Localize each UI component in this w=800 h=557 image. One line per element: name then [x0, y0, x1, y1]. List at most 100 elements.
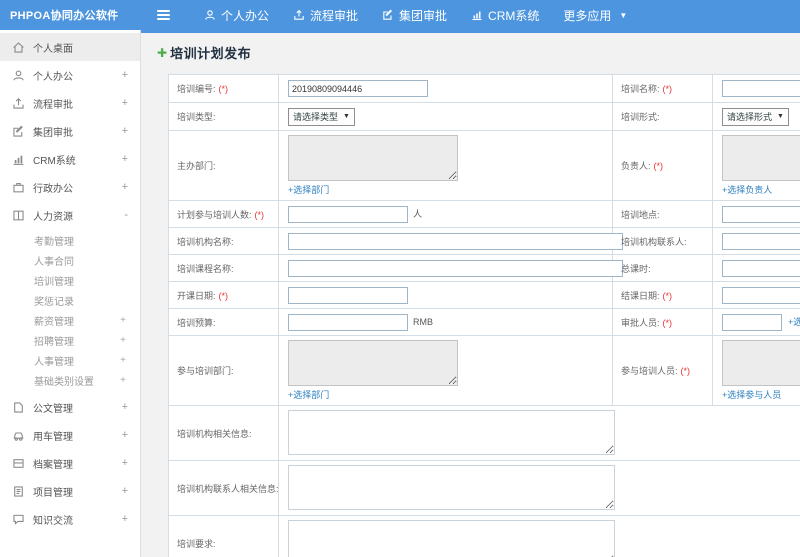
expand-plus[interactable]: +	[122, 429, 128, 441]
field-label: 培训机构名称:	[177, 236, 234, 247]
training-course-name-input[interactable]	[288, 259, 623, 277]
select-value: 请选择形式	[727, 112, 773, 122]
sidebar-item-personal-office[interactable]: 个人办公 +	[0, 61, 140, 89]
field-label: 审批人员:	[621, 317, 660, 328]
training-form-select[interactable]: 请选择形式 ▼	[722, 107, 789, 126]
expand-plus[interactable]: +	[120, 335, 126, 346]
training-name-input[interactable]	[722, 80, 800, 97]
select-person-in-charge-link[interactable]: +选择负责人	[722, 183, 800, 196]
sidebar-item-archive-mgmt[interactable]: 档案管理 +	[0, 449, 140, 477]
sidebar-item-document-mgmt[interactable]: 公文管理 +	[0, 393, 140, 421]
select-participants-link[interactable]: +选择参与人员	[722, 388, 800, 401]
expand-plus[interactable]: +	[122, 125, 128, 137]
expand-plus[interactable]: +	[120, 375, 126, 386]
field-label: 主办部门:	[177, 161, 216, 171]
required-marker: (*)	[662, 317, 673, 328]
expand-plus[interactable]: +	[120, 315, 126, 326]
field-label: 培训类型:	[177, 112, 216, 122]
field-label: 培训要求:	[177, 538, 216, 549]
sidebar-subitem-base-category[interactable]: 基础类别设置 +	[0, 370, 140, 390]
sidebar-item-knowledge-exchange[interactable]: 知识交流 +	[0, 505, 140, 533]
table-row: 培训预算: RMB 审批人员:(*) +选择审批人员	[168, 308, 800, 336]
subitem-label: 招聘管理	[34, 336, 74, 348]
participants-textarea[interactable]	[722, 340, 800, 386]
sidebar-item-project-mgmt[interactable]: 项目管理 +	[0, 477, 140, 505]
sidebar-item-group-approval[interactable]: 集团审批 +	[0, 117, 140, 145]
sidebar-item-label: 流程审批	[33, 99, 73, 111]
top-nav: 个人办公 流程审批 集团审批 CRM系统 更多应用 ▼	[180, 7, 627, 24]
nav-crm-system[interactable]: CRM系统	[471, 7, 539, 24]
sidebar-item-admin-office[interactable]: 行政办公 +	[0, 173, 140, 201]
archive-icon	[12, 457, 25, 470]
training-location-input[interactable]	[722, 205, 800, 223]
caret-down-icon: ▼	[777, 113, 784, 120]
select-approver-link[interactable]: +选择审批人员	[788, 315, 800, 328]
expand-plus[interactable]: +	[120, 355, 126, 366]
add-icon: ✚	[157, 45, 168, 60]
expand-plus[interactable]: +	[122, 401, 128, 413]
approver-input[interactable]	[722, 313, 782, 331]
expand-plus[interactable]: +	[122, 69, 128, 81]
org-contact-info-textarea[interactable]	[288, 464, 615, 510]
sidebar-item-workflow-approval[interactable]: 流程审批 +	[0, 89, 140, 117]
sidebar-subitem-attendance[interactable]: 考勤管理	[0, 230, 140, 250]
hr-submenu: 考勤管理 人事合同 培训管理 奖惩记录 薪资管理 + 招聘管理 + 人事管理 +…	[0, 229, 140, 393]
sidebar-item-personal-desktop[interactable]: 个人桌面	[0, 33, 140, 61]
chart-icon	[12, 153, 25, 166]
nav-personal-office[interactable]: 个人办公	[204, 7, 269, 24]
nav-group-approval[interactable]: 集团审批	[382, 7, 447, 24]
sidebar-subitem-personnel[interactable]: 人事管理 +	[0, 350, 140, 370]
expand-plus[interactable]: +	[122, 181, 128, 193]
nav-label: 集团审批	[399, 8, 448, 23]
field-label: 培训形式:	[621, 112, 660, 122]
subitem-label: 培训管理	[34, 276, 74, 288]
nav-more-apps[interactable]: 更多应用 ▼	[563, 7, 627, 24]
sidebar-subitem-training-mgmt[interactable]: 培训管理	[0, 270, 140, 290]
sidebar-item-vehicle-mgmt[interactable]: 用车管理 +	[0, 421, 140, 449]
page-title-text: 培训计划发布	[170, 46, 252, 61]
table-row: 开课日期: (*) 结课日期: (*)	[168, 281, 800, 309]
sidebar-item-crm[interactable]: CRM系统 +	[0, 145, 140, 173]
training-no-input[interactable]	[288, 80, 428, 97]
select-value: 请选择类型	[293, 112, 339, 122]
menu-icon[interactable]	[157, 10, 170, 20]
subitem-label: 人事合同	[34, 256, 74, 268]
sidebar-subitem-hr-contract[interactable]: 人事合同	[0, 250, 140, 270]
nav-workflow-approval[interactable]: 流程审批	[293, 7, 358, 24]
nav-label: 个人办公	[221, 8, 270, 23]
select-department-link[interactable]: +选择部门	[288, 388, 612, 401]
select-department-link[interactable]: +选择部门	[288, 183, 612, 196]
training-type-select[interactable]: 请选择类型 ▼	[288, 107, 355, 126]
table-row: 培训机构名称: 培训机构联系人:	[168, 227, 800, 255]
expand-plus[interactable]: +	[122, 153, 128, 165]
org-info-textarea[interactable]	[288, 409, 615, 455]
field-label: 培训地点:	[621, 209, 660, 220]
sidebar-subitem-recruitment[interactable]: 招聘管理 +	[0, 330, 140, 350]
training-org-contact-input[interactable]	[722, 232, 800, 250]
chart-icon	[471, 9, 483, 21]
expand-plus[interactable]: +	[122, 97, 128, 109]
training-budget-input[interactable]	[288, 313, 408, 331]
expand-minus[interactable]: -	[124, 209, 128, 221]
subitem-label: 奖惩记录	[34, 296, 74, 308]
end-date-input[interactable]	[722, 286, 800, 304]
training-requirements-textarea[interactable]	[288, 519, 615, 557]
table-row: 主办部门: +选择部门 负责人: (*) +选择负责人	[168, 130, 800, 201]
planned-participants-input[interactable]	[288, 205, 408, 223]
host-department-textarea[interactable]	[288, 135, 458, 181]
sidebar-subitem-rewards[interactable]: 奖惩记录	[0, 290, 140, 310]
field-label: 培训编号:	[177, 84, 216, 94]
expand-plus[interactable]: +	[122, 485, 128, 497]
sidebar-item-human-resources[interactable]: 人力资源 -	[0, 201, 140, 229]
nav-label: 流程审批	[310, 8, 359, 23]
participating-departments-textarea[interactable]	[288, 340, 458, 386]
person-in-charge-textarea[interactable]	[722, 135, 800, 181]
start-date-input[interactable]	[288, 286, 408, 304]
total-hours-input[interactable]	[722, 259, 800, 277]
expand-plus[interactable]: +	[122, 457, 128, 469]
expand-plus[interactable]: +	[122, 513, 128, 525]
training-org-name-input[interactable]	[288, 232, 623, 250]
sidebar-subitem-salary[interactable]: 薪资管理 +	[0, 310, 140, 330]
subitem-label: 人事管理	[34, 356, 74, 368]
page-title: ✚ 培训计划发布	[157, 43, 800, 62]
